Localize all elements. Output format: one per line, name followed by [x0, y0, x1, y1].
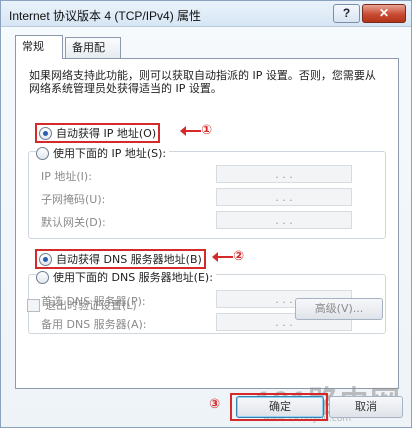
alternate-dns-label: 备用 DNS 服务器(A):: [41, 318, 147, 331]
general-panel: 如果网络支持此功能，则可以获取自动指派的 IP 设置。否则，您需要从网络系统管理…: [15, 58, 399, 389]
tab-alternate-config[interactable]: 备用配置: [65, 37, 121, 73]
default-gateway-label: 默认网关(D):: [41, 216, 106, 229]
annotation-2: ②: [211, 249, 244, 264]
auto-ip-option[interactable]: 自动获得 IP 地址(O): [35, 123, 164, 143]
ok-button[interactable]: 确定: [236, 396, 324, 418]
ip-address-label: IP 地址(I):: [41, 170, 92, 183]
manual-ip-option[interactable]: 使用下面的 IP 地址(S):: [36, 145, 170, 161]
auto-ip-highlight: 自动获得 IP 地址(O): [35, 123, 161, 143]
close-button[interactable]: ✕: [362, 4, 406, 23]
manual-ip-radio[interactable]: [36, 146, 49, 160]
manual-dns-option[interactable]: 使用下面的 DNS 服务器地址(E):: [36, 269, 216, 285]
tab-general[interactable]: 常规: [15, 35, 63, 59]
manual-dns-radio[interactable]: [36, 270, 49, 284]
cancel-button[interactable]: 取消: [329, 396, 403, 418]
manual-ip-label: 使用下面的 IP 地址(S):: [53, 147, 167, 160]
advanced-button[interactable]: 高级(V)...: [295, 298, 383, 320]
auto-dns-highlight: 自动获得 DNS 服务器地址(B): [35, 249, 206, 269]
auto-dns-radio[interactable]: [39, 252, 52, 266]
annotation-1: ①: [179, 123, 212, 138]
validate-on-exit-option[interactable]: 退出时验证设置(L): [27, 297, 137, 313]
arrow-left-icon: [212, 251, 233, 262]
manual-dns-label: 使用下面的 DNS 服务器地址(E):: [53, 271, 213, 284]
auto-dns-option[interactable]: 自动获得 DNS 服务器地址(B): [35, 249, 209, 269]
auto-ip-radio[interactable]: [39, 126, 52, 140]
subnet-mask-label: 子网掩码(U):: [41, 193, 106, 206]
subnet-mask-input[interactable]: . . .: [216, 188, 352, 206]
auto-dns-label: 自动获得 DNS 服务器地址(B): [56, 253, 202, 266]
validate-on-exit-checkbox[interactable]: [27, 298, 40, 312]
help-button[interactable]: ?: [333, 4, 360, 23]
ip-address-input[interactable]: . . .: [216, 165, 352, 183]
validate-on-exit-label: 退出时验证设置(L): [45, 299, 137, 312]
window-title: Internet 协议版本 4 (TCP/IPv4) 属性: [9, 9, 202, 23]
dialog-window: Internet 协议版本 4 (TCP/IPv4) 属性 ? ✕ 常规 备用配…: [0, 0, 412, 428]
annotation-3: ③: [209, 397, 221, 412]
description-text: 如果网络支持此功能，则可以获取自动指派的 IP 设置。否则，您需要从网络系统管理…: [29, 69, 376, 95]
default-gateway-input[interactable]: . . .: [216, 211, 352, 229]
title-bar: Internet 协议版本 4 (TCP/IPv4) 属性 ? ✕: [1, 1, 411, 27]
arrow-left-icon: [180, 125, 201, 136]
auto-ip-label: 自动获得 IP 地址(O): [56, 127, 157, 140]
